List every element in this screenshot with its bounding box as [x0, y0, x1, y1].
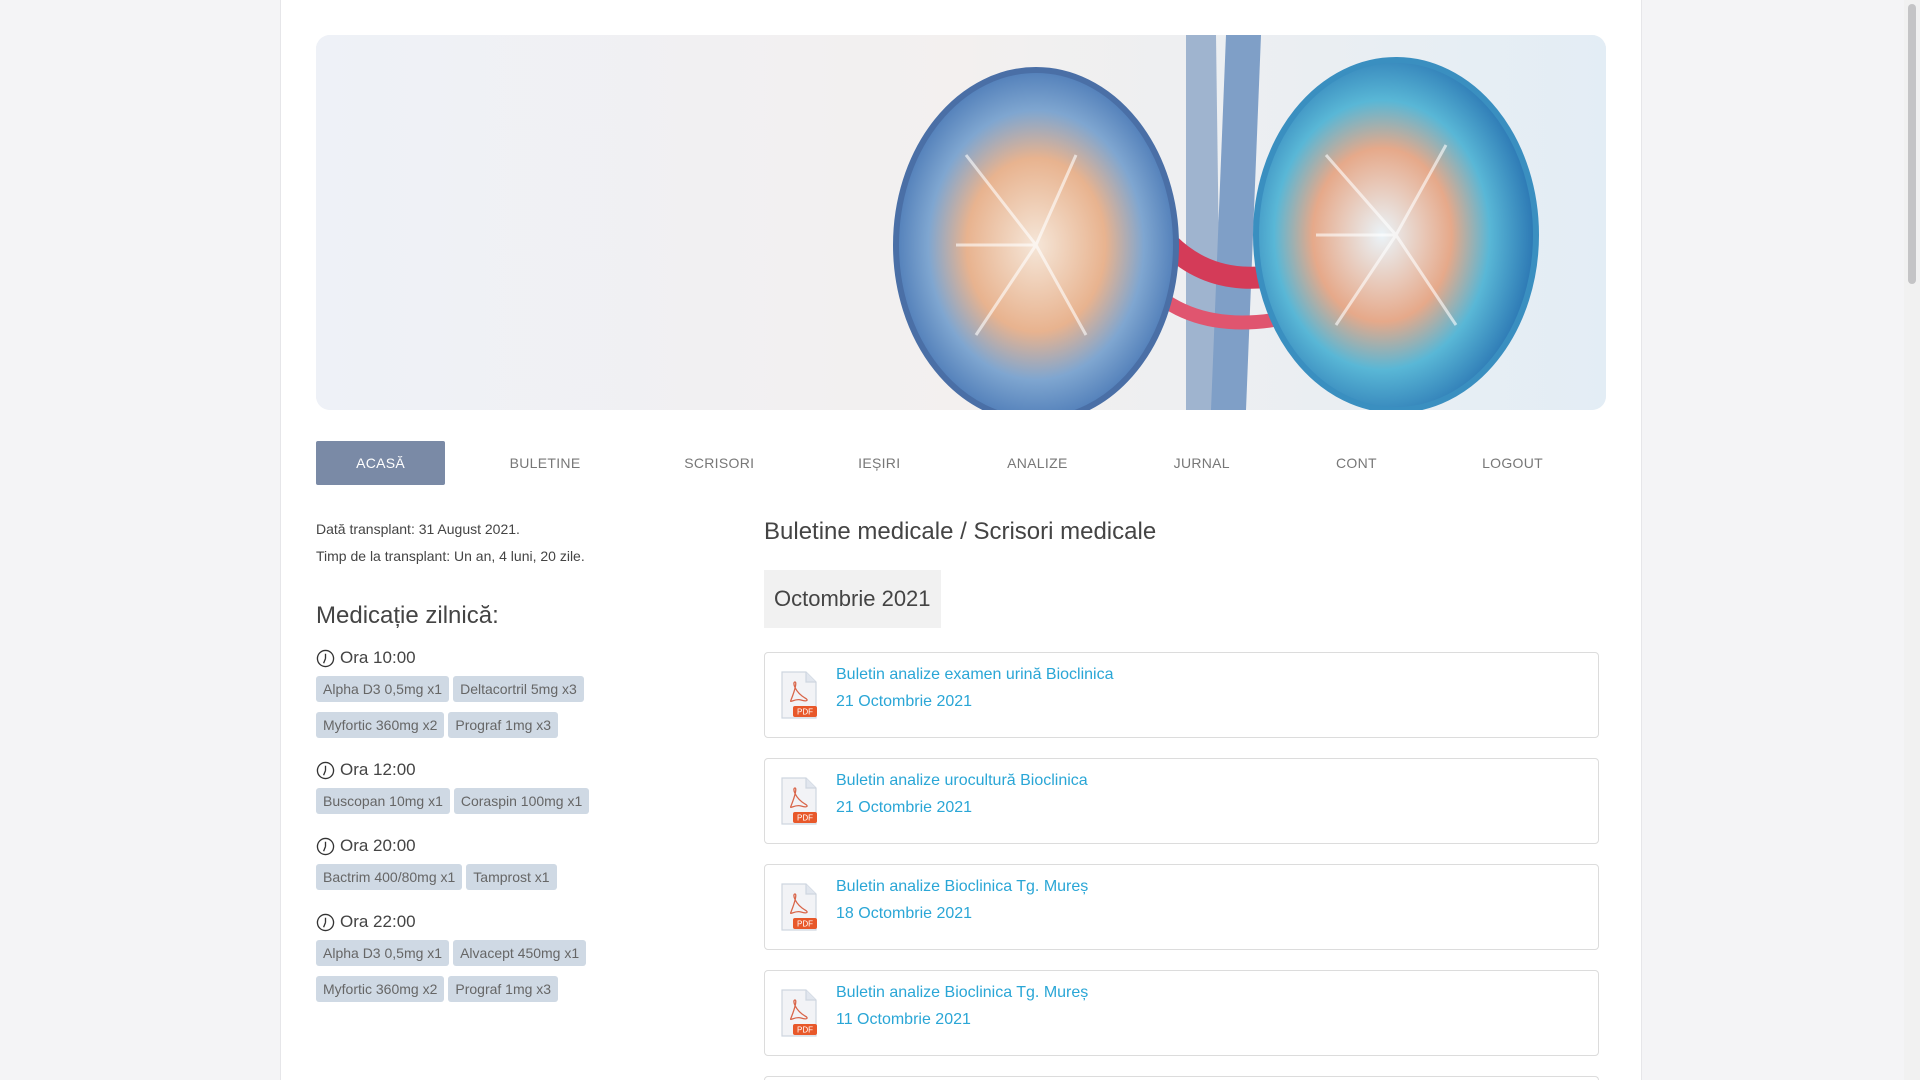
nav-item-cont[interactable]: CONT [1294, 441, 1419, 485]
pdf-file-icon: PDF [781, 989, 817, 1037]
month-heading: Octombrie 2021 [764, 570, 941, 628]
nav-item-analize[interactable]: ANALIZE [965, 441, 1110, 485]
document-card[interactable]: PDF Buletin analize urocultură Bioclinic… [764, 758, 1599, 844]
document-card-partial[interactable] [764, 1076, 1599, 1080]
medication-time-block: Ora 10:00 Alpha D3 0,5mg x1 Deltacortril… [316, 648, 716, 738]
medication-pill: Alpha D3 0,5mg x1 [316, 940, 450, 966]
time-since-transplant: Timp de la transplant: Un an, 4 luni, 20… [316, 548, 585, 564]
nav-item-jurnal[interactable]: JURNAL [1110, 441, 1294, 485]
page-container: ACASĂ BULETINE SCRISORI IEȘIRI ANALIZE J… [280, 0, 1642, 1080]
right-column: Buletine medicale / Scrisori medicale Oc… [764, 518, 1599, 1080]
documents-title: Buletine medicale / Scrisori medicale [764, 518, 1157, 545]
transplant-date: Dată transplant: 31 August 2021. [316, 521, 520, 537]
nav-item-buletine[interactable]: BULETINE [445, 441, 645, 485]
document-date: 18 Octombrie 2021 [836, 905, 973, 922]
pdf-badge: PDF [797, 814, 813, 823]
medication-pill: Alvacept 450mg x1 [453, 940, 587, 966]
medication-time-block: Ora 22:00 Alpha D3 0,5mg x1 Alvacept 450… [316, 912, 716, 1002]
pdf-badge: PDF [797, 708, 813, 717]
kidney-banner-image [316, 35, 1606, 410]
medication-pill: Myfortic 360mg x2 [316, 976, 445, 1002]
time-label: Ora 12:00 [340, 760, 416, 779]
time-label: Ora 10:00 [340, 648, 416, 667]
pdf-file-icon: PDF [781, 777, 817, 825]
document-date: 11 Octombrie 2021 [836, 1011, 971, 1028]
clock-icon [316, 837, 335, 855]
left-column: Dată transplant: 31 August 2021. Timp de… [316, 516, 716, 1024]
clock-icon [316, 913, 335, 931]
document-date: 21 Octombrie 2021 [836, 799, 973, 816]
medication-title: Medicație zilnică: [316, 602, 499, 629]
medication-pill: Deltacortril 5mg x3 [453, 676, 584, 702]
scrollbar-thumb[interactable] [1908, 4, 1916, 284]
nav-item-scrisori[interactable]: SCRISORI [645, 441, 794, 485]
document-link[interactable]: Buletin analize urocultură Bioclinica [836, 772, 1088, 790]
medication-pill: Myfortic 360mg x2 [316, 712, 445, 738]
pdf-badge: PDF [797, 1026, 813, 1035]
pdf-file-icon: PDF [781, 671, 817, 719]
main-nav: ACASĂ BULETINE SCRISORI IEȘIRI ANALIZE J… [316, 441, 1606, 485]
nav-item-logout[interactable]: LOGOUT [1419, 441, 1606, 485]
document-link[interactable]: Buletin analize Bioclinica Tg. Mureș [836, 878, 1088, 896]
medication-pill: Buscopan 10mg x1 [316, 788, 450, 814]
medication-pill: Coraspin 100mg x1 [453, 788, 590, 814]
medication-pill: Bactrim 400/80mg x1 [316, 864, 463, 890]
medication-pill: Alpha D3 0,5mg x1 [316, 676, 450, 702]
time-label: Ora 22:00 [340, 912, 416, 931]
document-card[interactable]: PDF Buletin analize Bioclinica Tg. Mureș… [764, 864, 1599, 950]
document-card[interactable]: PDF Buletin analize Bioclinica Tg. Mureș… [764, 970, 1599, 1056]
pdf-badge: PDF [797, 920, 813, 929]
clock-icon [316, 649, 335, 667]
nav-item-iesiri[interactable]: IEȘIRI [794, 441, 965, 485]
document-link[interactable]: Buletin analize examen urină Bioclinica [836, 666, 1114, 684]
document-date: 21 Octombrie 2021 [836, 693, 973, 710]
pdf-file-icon: PDF [781, 883, 817, 931]
medication-pill: Prograf 1mg x3 [448, 976, 559, 1002]
clock-icon [316, 761, 335, 779]
nav-item-acasa[interactable]: ACASĂ [316, 441, 446, 485]
document-card[interactable]: PDF Buletin analize examen urină Bioclin… [764, 652, 1599, 738]
medication-pill: Prograf 1mg x3 [448, 712, 559, 738]
medication-time-block: Ora 20:00 Bactrim 400/80mg x1 Tamprost x… [316, 836, 716, 890]
medication-time-block: Ora 12:00 Buscopan 10mg x1 Coraspin 100m… [316, 760, 716, 814]
document-link[interactable]: Buletin analize Bioclinica Tg. Mureș [836, 984, 1088, 1002]
time-label: Ora 20:00 [340, 836, 416, 855]
vertical-scrollbar[interactable] [1904, 0, 1920, 1080]
medication-pill: Tamprost x1 [466, 864, 557, 890]
